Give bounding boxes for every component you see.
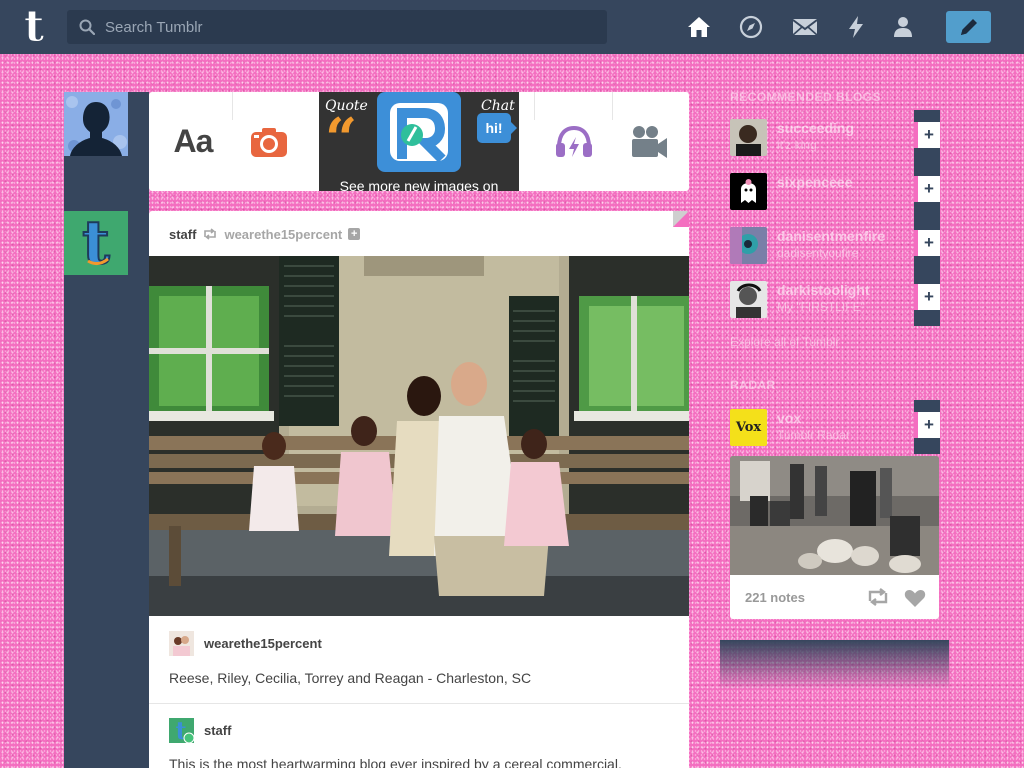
video-camera-icon bbox=[632, 125, 667, 158]
follow-button[interactable]: + bbox=[914, 176, 940, 202]
recommended-blog[interactable]: sixpenceee + bbox=[730, 164, 940, 218]
headphones-icon bbox=[556, 125, 592, 157]
home-icon[interactable] bbox=[685, 13, 713, 41]
reblogged-from-link[interactable]: wearethe15percent bbox=[224, 227, 342, 242]
blog-avatar[interactable] bbox=[730, 173, 767, 210]
reblog-source-row: wearethe15percent bbox=[169, 631, 322, 656]
post-photo[interactable] bbox=[149, 256, 689, 616]
explore-icon[interactable] bbox=[737, 13, 765, 41]
follow-button[interactable]: + bbox=[914, 230, 940, 256]
user-avatar[interactable] bbox=[64, 92, 128, 156]
recommended-title: Recommended Blogs bbox=[730, 90, 882, 104]
post-corner-fold bbox=[673, 211, 689, 227]
blog-subtitle: My "FIRSTLIFE" bbox=[777, 300, 865, 314]
account-icon[interactable] bbox=[889, 13, 917, 41]
follow-button[interactable]: + bbox=[914, 284, 940, 310]
tumblr-logo[interactable]: t bbox=[16, 1, 52, 53]
staff-comment-row: t staff bbox=[169, 716, 231, 745]
reblog-icon bbox=[204, 228, 217, 240]
top-navbar: t bbox=[0, 0, 1024, 54]
text-post-label: Aa bbox=[173, 123, 214, 159]
blog-avatar[interactable] bbox=[730, 281, 767, 318]
follow-plus-icon[interactable]: + bbox=[348, 228, 361, 240]
chat-label: Chat bbox=[481, 98, 515, 114]
post-divider bbox=[149, 703, 689, 704]
camera-icon bbox=[251, 127, 287, 157]
comment-text: This is the most heartwarming blog ever … bbox=[169, 756, 622, 768]
search-bar[interactable] bbox=[67, 10, 607, 44]
post-audio-button[interactable] bbox=[534, 92, 614, 191]
blog-name[interactable]: vox bbox=[777, 410, 801, 426]
blog-name[interactable]: sixpenceee bbox=[777, 174, 853, 190]
radar-title: Radar bbox=[730, 378, 776, 392]
blog-subtitle: it'z king bbox=[777, 138, 817, 152]
reblog-icon[interactable] bbox=[866, 587, 890, 607]
comment-author-link[interactable]: staff bbox=[204, 723, 231, 738]
explore-link[interactable]: Explore all of Tumblr bbox=[730, 335, 839, 349]
sponsor-app-logo[interactable] bbox=[377, 92, 461, 172]
post-header: staff wearethe15percent + bbox=[169, 226, 361, 242]
recommended-blog[interactable]: danisentmenfire dadisentyoufire + bbox=[730, 218, 940, 272]
chat-icon[interactable]: hi! bbox=[477, 113, 517, 143]
messages-icon[interactable] bbox=[791, 13, 819, 41]
source-blog-avatar[interactable] bbox=[169, 631, 194, 656]
sponsor-caption: See more new images on bbox=[339, 178, 499, 191]
pencil-icon bbox=[960, 19, 977, 35]
dashboard-left-column bbox=[64, 92, 149, 768]
activity-icon[interactable] bbox=[842, 13, 870, 41]
blog-name[interactable]: succeeding bbox=[777, 120, 854, 136]
post-video-button[interactable] bbox=[609, 92, 689, 191]
search-icon bbox=[79, 19, 95, 35]
post-caption: Reese, Riley, Cecilia, Torrey and Reagan… bbox=[169, 670, 532, 686]
source-blog-link[interactable]: wearethe15percent bbox=[204, 636, 322, 651]
post-photo-button[interactable] bbox=[229, 92, 309, 191]
notes-count[interactable]: 221 notes bbox=[745, 590, 805, 605]
vox-logo-text: Vox bbox=[735, 420, 762, 435]
staff-avatar[interactable]: t bbox=[64, 211, 128, 275]
blog-subtitle: dadisentyoufire bbox=[777, 246, 859, 260]
follow-button[interactable]: + bbox=[914, 122, 940, 148]
recommended-blog[interactable]: succeeding it'z king + bbox=[730, 110, 940, 164]
sidebar-bottom-fade bbox=[720, 640, 949, 690]
blog-subtitle: Tumblr Radar bbox=[777, 428, 850, 442]
follow-button[interactable]: + bbox=[914, 412, 940, 438]
blog-avatar[interactable] bbox=[730, 119, 767, 156]
post-type-bar: Aa Quote “ Chat hi! See more new images … bbox=[149, 92, 689, 191]
blog-name[interactable]: danisentmenfire bbox=[777, 228, 885, 244]
blog-name[interactable]: darkistoolight bbox=[777, 282, 870, 298]
recommended-blog[interactable]: darkistoolight My "FIRSTLIFE" + bbox=[730, 272, 940, 326]
search-input[interactable] bbox=[105, 10, 595, 44]
radar-post-photo[interactable] bbox=[730, 456, 939, 575]
dashboard-post: staff wearethe15percent + wearethe15perc… bbox=[149, 211, 689, 768]
heart-icon[interactable] bbox=[904, 588, 926, 608]
quote-icon[interactable]: “ bbox=[325, 106, 357, 172]
post-author-link[interactable]: staff bbox=[169, 227, 196, 242]
staff-mini-avatar[interactable]: t bbox=[169, 716, 195, 745]
vox-logo[interactable]: Vox bbox=[730, 409, 767, 446]
sponsored-overlay[interactable]: Quote “ Chat hi! See more new images on bbox=[319, 92, 519, 191]
svg-text:t: t bbox=[24, 7, 45, 47]
compose-button[interactable] bbox=[946, 11, 991, 43]
post-text-button[interactable]: Aa bbox=[153, 92, 233, 191]
radar-blog[interactable]: Vox vox Tumblr Radar + bbox=[730, 400, 940, 454]
blog-avatar[interactable] bbox=[730, 227, 767, 264]
radar-post-card: 221 notes bbox=[730, 456, 939, 619]
